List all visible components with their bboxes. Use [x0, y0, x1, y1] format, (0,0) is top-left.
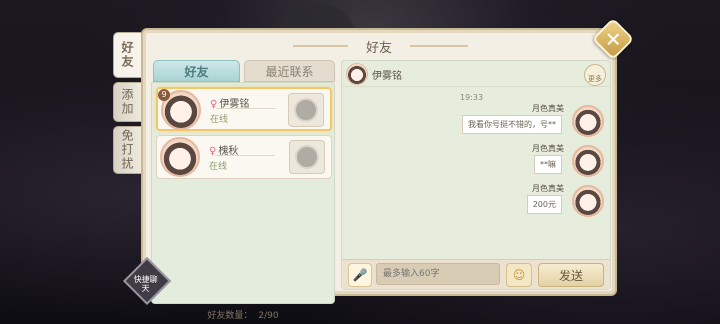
chat-contact-name: 伊雾铭 [372, 71, 402, 82]
panel-title: 好友 [347, 36, 410, 56]
side-tab-bar: 好友 添加 免打扰 [113, 32, 143, 178]
friend-count: 好友数量： 2/90 [151, 308, 335, 321]
friend-count-value: 2/90 [258, 311, 279, 321]
friend-list: 9 ♀ 伊雾铭 在线 ♀ 槐秋 在线 [151, 82, 335, 304]
message-bubble: 200元 [526, 195, 562, 214]
chat-window: 伊雾铭 更多 19:33 月色真美 我看你号挺不错的，号** 月色真美 **嘛 … [341, 60, 611, 290]
friend-list-column: 好友 最近联系 9 ♀ 伊雾铭 在线 ♀ 槐秋 在线 好友数量： 2/90 [151, 60, 335, 321]
panel-title-bar: 好友 [143, 30, 615, 62]
side-tab-friends[interactable]: 好友 [113, 32, 141, 78]
gift-button[interactable] [288, 93, 324, 127]
quick-chat-label: 快捷聊天 [133, 274, 158, 293]
sender-avatar [572, 105, 604, 137]
divider [215, 155, 275, 156]
chat-input[interactable] [376, 263, 500, 285]
chat-message: 月色真美 我看你号挺不错的，号** [354, 103, 604, 141]
close-icon: ✕ [604, 26, 622, 51]
friend-list-item[interactable]: ♀ 槐秋 在线 [156, 135, 332, 179]
online-status: 在线 [210, 115, 229, 125]
message-sender: 月色真美 [532, 144, 564, 153]
friends-panel: 好友 好友 最近联系 9 ♀ 伊雾铭 在线 ♀ 槐秋 在线 好友数量： 2/90… [141, 28, 617, 321]
gift-icon [294, 98, 318, 122]
online-status: 在线 [209, 162, 228, 172]
level-badge: 9 [158, 89, 170, 101]
tab-friends[interactable]: 好友 [153, 60, 241, 82]
more-options-button[interactable]: 更多 [584, 64, 606, 86]
message-sender: 月色真美 [532, 104, 564, 113]
chat-input-bar: 🎤 ☺ 发送 [342, 259, 610, 289]
gift-icon [295, 145, 319, 169]
tab-recent-contacts[interactable]: 最近联系 [244, 60, 335, 82]
message-bubble: 我看你号挺不错的，号** [462, 115, 562, 134]
chat-message: 月色真美 **嘛 [354, 143, 604, 181]
more-options-label: 更多 [588, 75, 602, 83]
side-tab-add[interactable]: 添加 [113, 82, 141, 122]
microphone-icon[interactable]: 🎤 [348, 263, 372, 287]
chat-message: 月色真美 200元 [354, 183, 604, 221]
friend-count-label: 好友数量： [207, 311, 253, 321]
friend-list-item[interactable]: 9 ♀ 伊雾铭 在线 [156, 87, 332, 131]
emoji-icon[interactable]: ☺ [506, 263, 532, 287]
message-bubble: **嘛 [534, 155, 562, 174]
gift-button[interactable] [289, 140, 325, 174]
side-tab-do-not-disturb[interactable]: 免打扰 [113, 126, 141, 174]
chat-header: 伊雾铭 更多 [342, 61, 610, 87]
message-sender: 月色真美 [532, 184, 564, 193]
friend-tabs: 好友 最近联系 [153, 60, 335, 82]
sender-avatar [572, 185, 604, 217]
divider [216, 108, 276, 109]
sender-avatar [572, 145, 604, 177]
contact-avatar [346, 63, 368, 85]
send-button[interactable]: 发送 [538, 263, 604, 287]
avatar [160, 137, 200, 177]
message-timestamp: 19:33 [460, 93, 484, 102]
